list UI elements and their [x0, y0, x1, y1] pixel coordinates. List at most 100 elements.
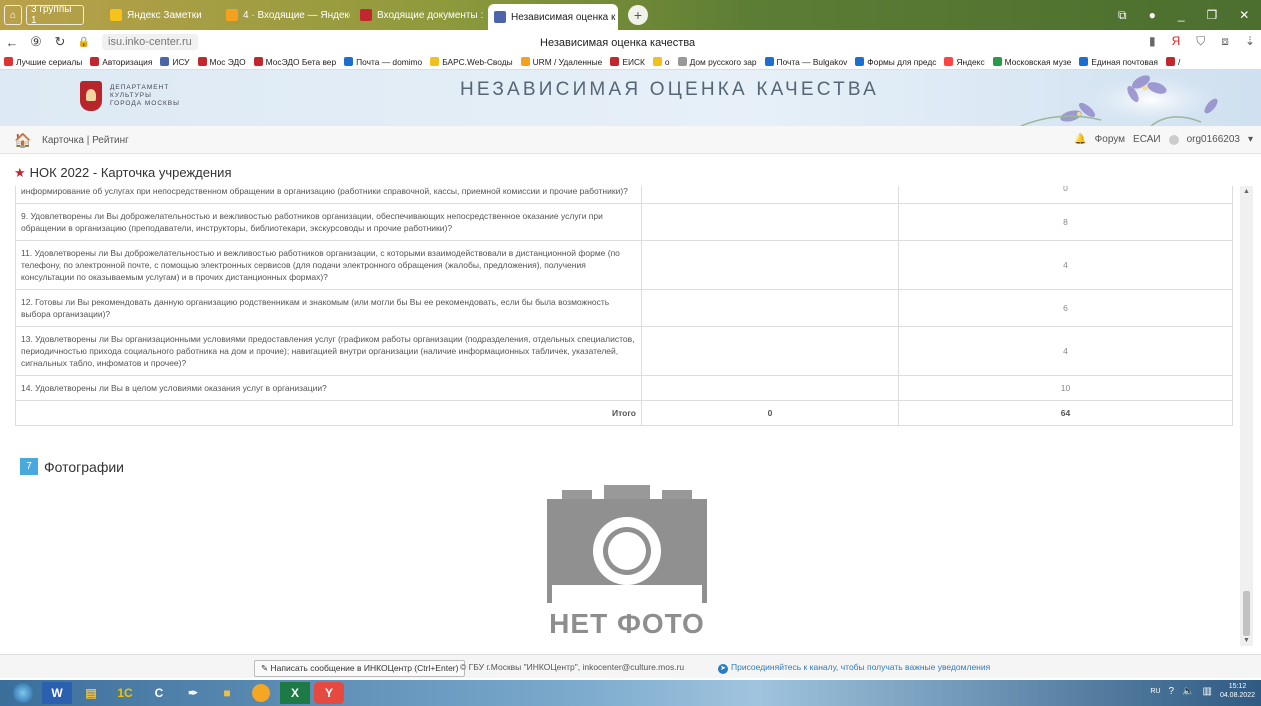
yandex-icon[interactable]: Я [1172, 34, 1181, 49]
word-icon[interactable]: W [42, 682, 72, 704]
question-text: 12. Готовы ли Вы рекомендовать данную ор… [15, 289, 642, 327]
clock[interactable]: 15:12 04.08.2022 [1220, 682, 1255, 700]
site-header: ДЕПАРТАМЕНТ КУЛЬТУРЫ ГОРОДА МОСКВЫ НЕЗАВ… [0, 70, 1261, 126]
tab-yandex-notes[interactable]: Яндекс Заметки [104, 4, 216, 26]
close-window-icon[interactable]: ✕ [1239, 8, 1249, 22]
bookmark-favicon-icon [677, 57, 687, 66]
chevron-down-icon[interactable]: ▾ [1248, 134, 1253, 145]
section-number-badge: 7 [20, 458, 38, 475]
address-bar: ← ⑨ ↻ 🔒 isu.inko-center.ru Независимая о… [0, 30, 1261, 54]
bookmark-item[interactable]: / [1165, 57, 1180, 67]
new-tab-button[interactable]: + [628, 5, 648, 25]
bookmark-item[interactable]: Лучшие сериалы [4, 57, 82, 67]
nav-card-link[interactable]: Карточка [42, 135, 84, 146]
bookmark-icon[interactable]: ▮ [1149, 34, 1156, 49]
speaker-icon[interactable]: 🔈 [1182, 686, 1194, 697]
docs-icon [360, 9, 372, 21]
mail-icon [226, 9, 238, 21]
yandex-notes-icon [110, 9, 122, 21]
bookmark-item[interactable]: МосЭДО Бета вер [253, 57, 336, 67]
tab-yandex-mail[interactable]: 4 · Входящие — Яндекс П [220, 4, 350, 26]
bookmark-favicon-icon [90, 57, 100, 66]
1c-icon[interactable]: 1С [110, 682, 140, 704]
system-tray: RU ? 🔈 ▥ 15:12 04.08.2022 [1150, 682, 1255, 700]
yandex-browser-icon[interactable] [246, 682, 276, 704]
c-app-icon[interactable]: C [144, 682, 174, 704]
profile-icon[interactable]: ● [1149, 8, 1156, 22]
empty-cell [641, 203, 899, 241]
channel-link[interactable]: ➤ Присоединяйтесь к каналу, чтобы получат… [718, 662, 990, 674]
reload-icon[interactable]: ↻ [48, 34, 72, 50]
collections-icon[interactable]: ⧉ [1118, 8, 1127, 23]
total-row: Итого 0 64 [15, 400, 1233, 426]
question-text: 11. Удовлетворены ли Вы доброжелательнос… [15, 240, 642, 290]
user-bar: 🔔 Форум ЕСАИ org0166203 ▾ [1074, 134, 1253, 145]
bookmark-item[interactable]: Дом русского зар [677, 57, 757, 67]
windows-taskbar: W ▤ 1С C ✒ ■ X Y RU ? 🔈 ▥ 15:12 04.08.20… [0, 680, 1261, 706]
network-icon[interactable]: ▥ [1203, 686, 1212, 697]
tab-group-button[interactable]: 3 группы 1 [26, 4, 84, 26]
bookmark-favicon-icon [1165, 57, 1175, 66]
reader-icon[interactable]: ⛉ [1196, 34, 1205, 49]
help-icon[interactable]: ? [1168, 686, 1174, 697]
excel-icon[interactable]: X [280, 682, 310, 704]
total-label: Итого [15, 400, 642, 426]
url-field[interactable]: isu.inko-center.ru [102, 34, 198, 50]
scrollbar[interactable]: ▲ ▼ [1240, 186, 1253, 646]
photos-section-header: 7 Фотографии [20, 458, 124, 475]
bookmark-item[interactable]: БАРС.Web-Своды [430, 57, 513, 67]
table-row: 11. Удовлетворены ли Вы доброжелательнос… [15, 240, 1233, 290]
site-favicon-icon [494, 11, 506, 23]
empty-cell [641, 375, 899, 401]
table-row: 13. Удовлетворены ли Вы организационными… [15, 326, 1233, 376]
bookmark-item[interactable]: Почта — Bulgakov [764, 57, 847, 67]
write-message-button[interactable]: ✎ Написать сообщение в ИНКОЦентр (Ctrl+E… [254, 660, 466, 677]
tab-active-nok[interactable]: Независимая оценка к✕ [488, 4, 618, 30]
bookmark-item[interactable]: Формы для предс [855, 57, 936, 67]
table-row: 14. Удовлетворены ли Вы в целом условиям… [15, 375, 1233, 401]
photos-title: Фотографии [44, 458, 125, 475]
pen-icon[interactable]: ✒ [178, 682, 208, 704]
bookmark-item[interactable]: Московская музе [992, 57, 1071, 67]
user-menu[interactable]: org0166203 [1187, 134, 1240, 145]
scroll-up-icon[interactable]: ▲ [1243, 188, 1250, 195]
question-text: 9. Удовлетворены ли Вы доброжелательност… [15, 203, 642, 241]
bookmark-item[interactable]: о [652, 57, 670, 67]
extension-icon[interactable]: ⧈ [1221, 34, 1229, 49]
start-button[interactable] [8, 682, 38, 704]
site-title: НЕЗАВИСИМАЯ ОЦЕНКА КАЧЕСТВА [460, 79, 879, 100]
language-indicator[interactable]: RU [1150, 688, 1160, 695]
bookmark-favicon-icon [344, 57, 354, 66]
tab-manager-icon[interactable]: ⌂ [4, 5, 22, 25]
back-icon[interactable]: ← [0, 35, 24, 50]
minimize-icon[interactable]: _ [1178, 8, 1185, 22]
explorer-icon[interactable]: ▤ [76, 682, 106, 704]
nav-rating-link[interactable]: Рейтинг [92, 135, 129, 146]
bookmark-item[interactable]: Единая почтовая [1079, 57, 1158, 67]
bookmark-item[interactable]: Яндекс [944, 57, 985, 67]
forum-link[interactable]: Форум [1095, 134, 1125, 145]
moscow-emblem-icon [80, 81, 102, 111]
scroll-down-icon[interactable]: ▼ [1243, 637, 1250, 644]
yandex-icon-taskbar[interactable]: Y [314, 682, 344, 704]
home-icon[interactable]: 🏠 [14, 132, 31, 149]
bookmark-item[interactable]: ИСУ [160, 57, 190, 67]
empty-cell [641, 326, 899, 376]
bell-icon[interactable]: 🔔 [1074, 134, 1086, 145]
bookmark-item[interactable]: URM / Удаленные [520, 57, 602, 67]
bookmark-favicon-icon [160, 57, 170, 66]
bookmark-item[interactable]: Мос ЭДО [197, 57, 246, 67]
bookmark-item[interactable]: ЕИСК [610, 57, 645, 67]
folder-icon[interactable]: ■ [212, 682, 242, 704]
download-icon[interactable]: ⇣ [1245, 34, 1255, 49]
esai-link[interactable]: ЕСАИ [1133, 134, 1161, 145]
answer-count: 4 [898, 326, 1233, 376]
bookmark-item[interactable]: Почта — domimo [344, 57, 422, 67]
bookmark-item[interactable]: Авторизация [90, 57, 152, 67]
total-middle-value: 0 [641, 400, 899, 426]
scroll-thumb[interactable] [1243, 591, 1250, 636]
yandex-logo-icon[interactable]: ⑨ [24, 34, 48, 50]
bookmark-favicon-icon [944, 57, 954, 66]
restore-icon[interactable]: ❐ [1207, 8, 1218, 22]
tab-incoming-docs[interactable]: Входящие документы : Бе [354, 4, 484, 26]
